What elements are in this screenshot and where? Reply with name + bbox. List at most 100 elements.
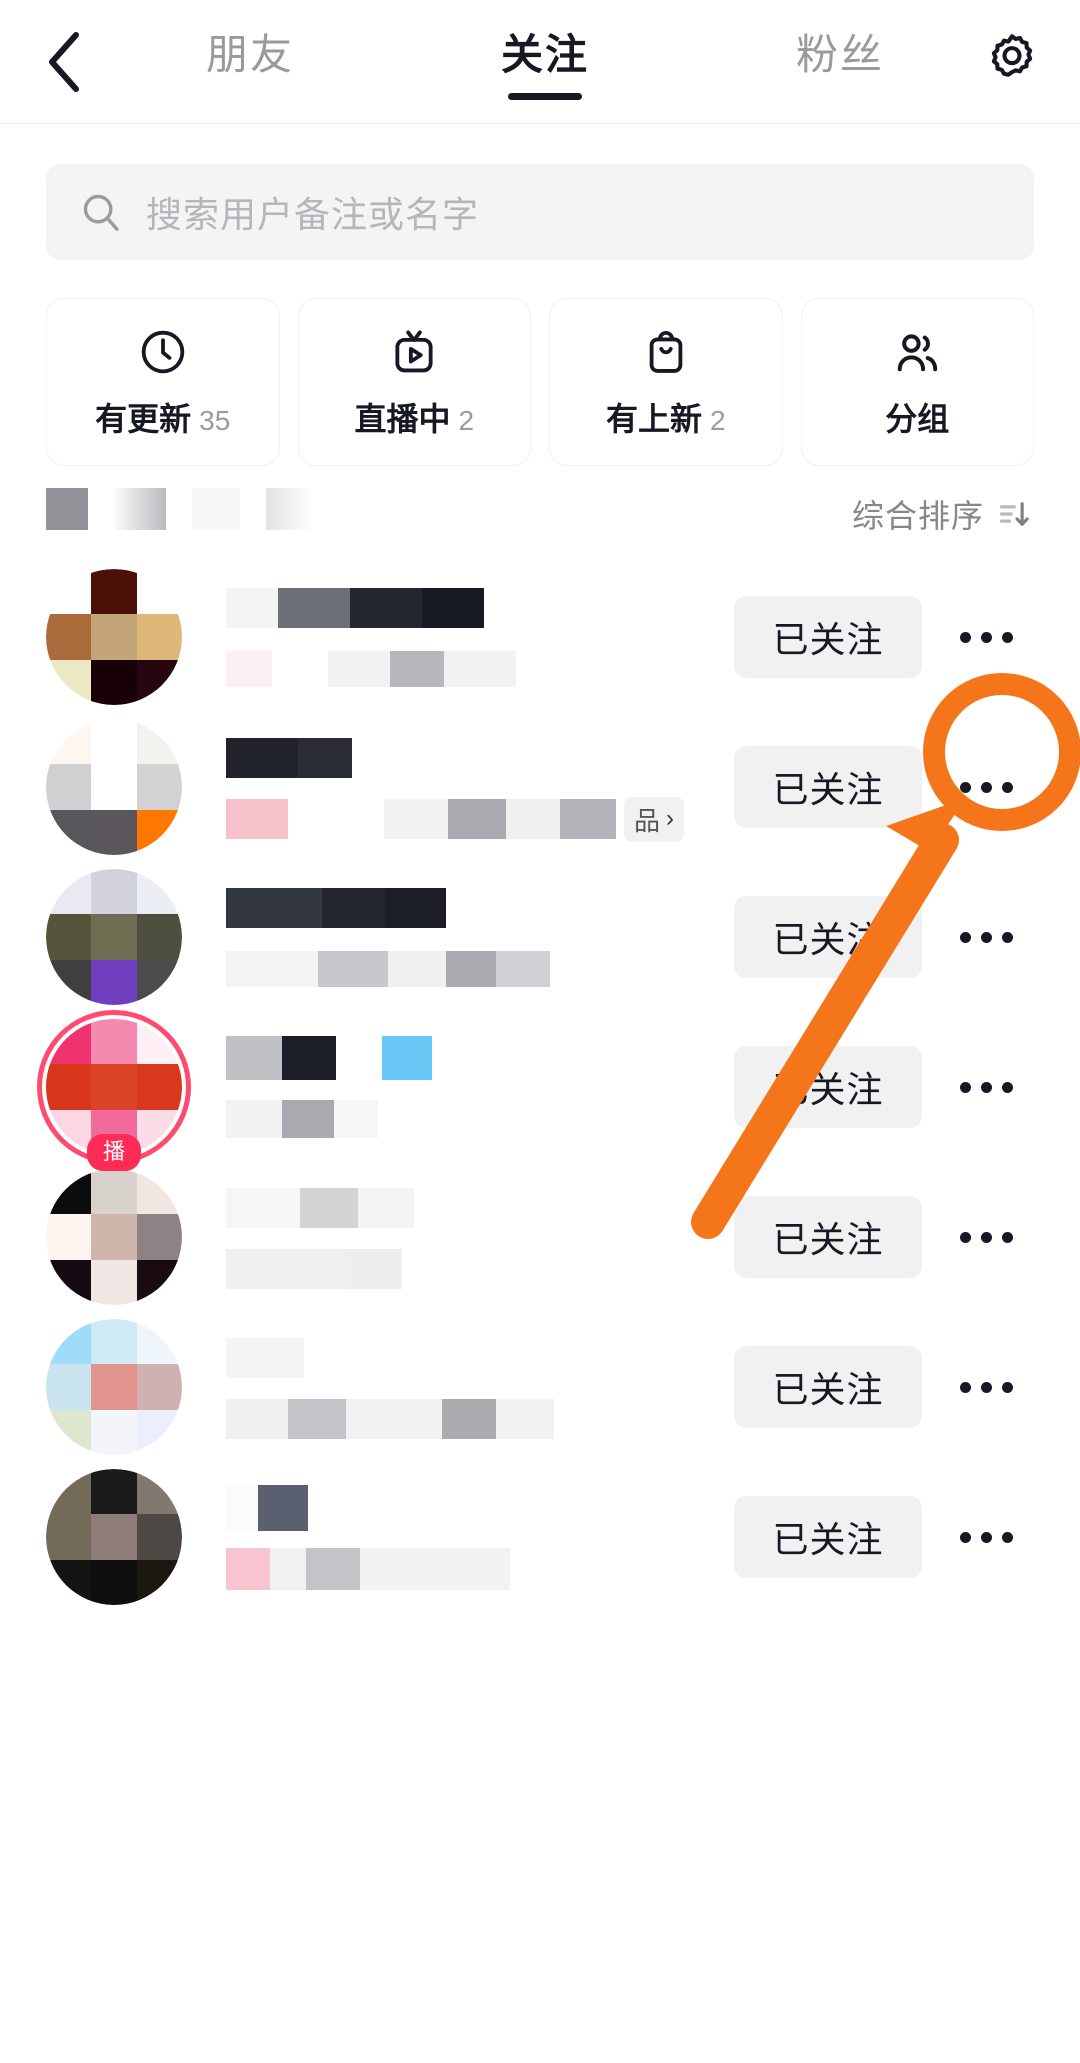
- list-item-text: 品 ›: [226, 733, 734, 842]
- tab-following[interactable]: 关注: [495, 34, 595, 100]
- list-item[interactable]: 已关注: [46, 862, 1034, 1012]
- following-button[interactable]: 已关注: [734, 1046, 922, 1128]
- user-subtitle-redacted: [226, 1547, 734, 1591]
- redacted-block: [226, 738, 298, 778]
- mosaic-cell: [136, 1259, 182, 1305]
- mosaic-cell: [136, 1169, 182, 1215]
- mosaic-cell: [136, 1514, 182, 1560]
- tab-friends-label: 朋友: [206, 31, 295, 78]
- search-input[interactable]: 搜索用户备注或名字: [46, 164, 1034, 260]
- following-button[interactable]: 已关注: [734, 1346, 922, 1428]
- filter-card-live[interactable]: 直播中 2: [297, 298, 531, 466]
- back-button[interactable]: [30, 27, 100, 97]
- following-button[interactable]: 已关注: [734, 746, 922, 828]
- filter-count-live: 2: [458, 405, 475, 436]
- tab-fans-label: 粉丝: [795, 31, 884, 78]
- more-options-button[interactable]: [938, 1339, 1034, 1435]
- mosaic-cell: [136, 614, 182, 660]
- redacted-block: [226, 1249, 346, 1289]
- settings-button[interactable]: [976, 26, 1048, 98]
- tab-fans[interactable]: 粉丝: [790, 34, 890, 90]
- mosaic-cell: [91, 1259, 137, 1305]
- avatar[interactable]: [46, 1169, 182, 1305]
- following-button[interactable]: 已关注: [734, 1196, 922, 1278]
- avatar[interactable]: [46, 719, 182, 855]
- avatar[interactable]: [46, 1319, 182, 1455]
- redacted-block: [226, 1188, 300, 1228]
- mosaic-cell: [46, 1514, 92, 1560]
- user-name-redacted: [226, 1183, 734, 1233]
- mosaic-cell: [136, 914, 182, 960]
- list-item[interactable]: 已关注: [46, 1462, 1034, 1612]
- list-item[interactable]: 品 › 已关注: [46, 712, 1034, 862]
- avatar[interactable]: [46, 569, 182, 705]
- sort-label[interactable]: 综合排序: [852, 491, 984, 537]
- chevron-right-icon: ›: [666, 805, 675, 832]
- more-options-button[interactable]: [938, 1489, 1034, 1585]
- filter-text-new-items: 有上新: [605, 401, 702, 437]
- filter-count-new-items: 2: [709, 405, 726, 436]
- more-options-button[interactable]: [938, 739, 1034, 835]
- more-options-button[interactable]: [938, 1039, 1034, 1135]
- redacted-block: [386, 888, 446, 928]
- mosaic-cell: [91, 1364, 137, 1410]
- chevron-left-icon: [44, 31, 86, 93]
- avatar-mosaic: [46, 1319, 182, 1455]
- redacted-block: [334, 1100, 378, 1138]
- redacted-block: [388, 951, 446, 987]
- mosaic-cell: [136, 869, 182, 915]
- mosaic-cell: [46, 614, 92, 660]
- mosaic-cell: [136, 569, 182, 615]
- redacted-block: [306, 1548, 360, 1590]
- redacted-block: [560, 799, 616, 839]
- user-subtitle-redacted: [226, 647, 734, 691]
- redacted-block: [226, 1338, 304, 1378]
- avatar[interactable]: 播: [37, 1010, 191, 1171]
- filter-card-groups[interactable]: 分组: [800, 298, 1034, 466]
- user-name-redacted: [226, 733, 734, 783]
- filter-card-updates[interactable]: 有更新 35: [46, 298, 280, 466]
- list-item[interactable]: 播 已关注: [37, 1010, 1034, 1171]
- gear-icon: [983, 30, 1041, 93]
- mosaic-cell: [136, 1559, 182, 1605]
- mosaic-cell: [91, 1409, 137, 1455]
- mosaic-cell: [46, 764, 92, 810]
- mosaic-cell: [46, 1259, 92, 1305]
- avatar[interactable]: [46, 869, 182, 1005]
- tab-friends[interactable]: 朋友: [200, 34, 300, 90]
- list-item[interactable]: 已关注: [46, 1162, 1034, 1312]
- redacted-block: [114, 488, 166, 530]
- redacted-block: [278, 588, 350, 628]
- redacted-block: [442, 1399, 496, 1439]
- redacted-block: [46, 488, 88, 530]
- mosaic-cell: [136, 959, 182, 1005]
- app-header: 朋友 关注 粉丝: [0, 0, 1080, 124]
- product-shop-chip[interactable]: 品 ›: [624, 796, 685, 842]
- list-item[interactable]: 已关注: [46, 562, 1034, 712]
- list-item[interactable]: 已关注: [46, 1312, 1034, 1462]
- sort-filter-icon[interactable]: [996, 495, 1034, 533]
- following-button[interactable]: 已关注: [734, 896, 922, 978]
- list-item-text: [226, 1033, 734, 1141]
- avatar[interactable]: [46, 1469, 182, 1605]
- search-icon: [78, 189, 124, 235]
- redacted-block: [226, 651, 272, 687]
- mosaic-cell: [136, 719, 182, 765]
- filter-card-new-items[interactable]: 有上新 2: [549, 298, 783, 466]
- redacted-block: [258, 1485, 308, 1531]
- mosaic-cell: [136, 1409, 182, 1455]
- more-options-button[interactable]: [938, 589, 1034, 685]
- active-tab-underline: [507, 93, 582, 100]
- more-options-button[interactable]: [938, 1189, 1034, 1285]
- mosaic-cell: [91, 1469, 137, 1515]
- redacted-block: [304, 1338, 344, 1378]
- mosaic-cell: [46, 1409, 92, 1455]
- following-button[interactable]: 已关注: [734, 1496, 922, 1578]
- following-button[interactable]: 已关注: [734, 596, 922, 678]
- avatar-mosaic: [46, 1169, 182, 1305]
- mosaic-cell: [91, 659, 137, 705]
- mosaic-cell: [91, 1514, 137, 1560]
- redacted-block: [226, 1036, 282, 1080]
- more-options-button[interactable]: [938, 889, 1034, 985]
- redacted-block: [358, 1188, 414, 1228]
